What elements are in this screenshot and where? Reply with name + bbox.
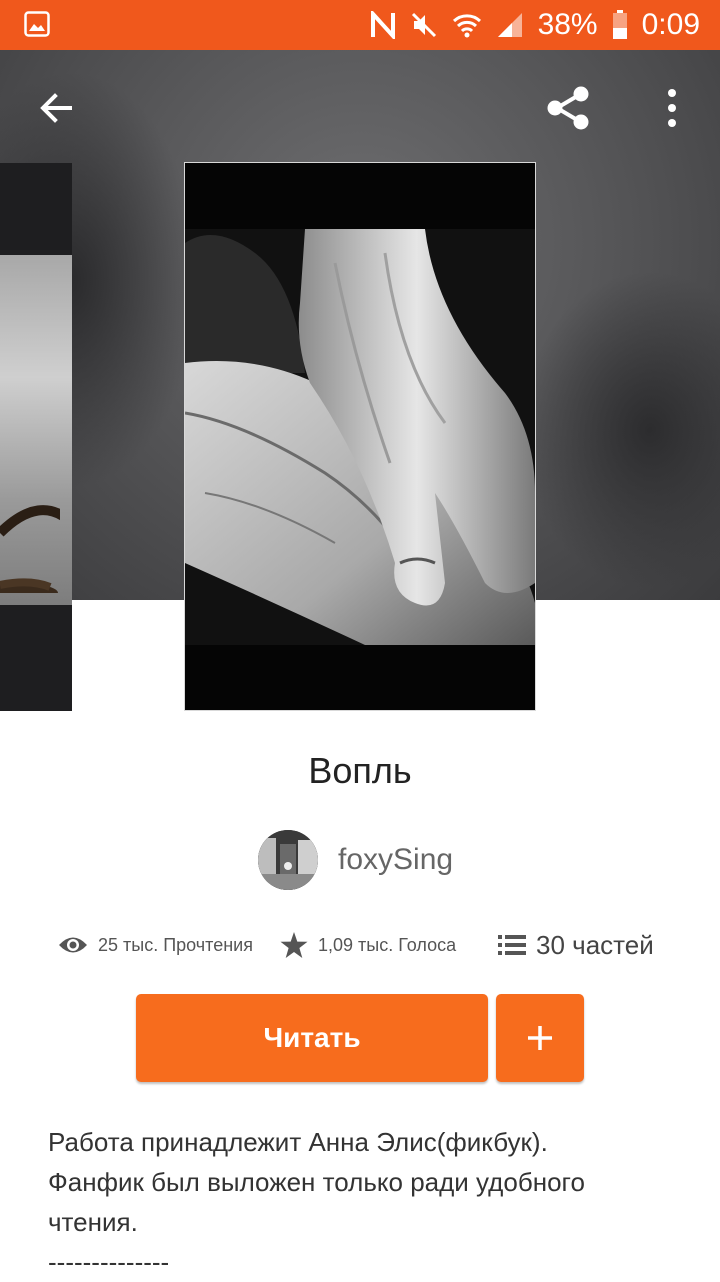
arrow-back-icon [40, 93, 72, 123]
battery-icon [612, 10, 628, 40]
votes-stat: 1,09 тыс. Голоса [280, 931, 498, 959]
story-stats: 25 тыс. Прочтения 1,09 тыс. Голоса 30 ча… [58, 922, 678, 968]
votes-count: 1,09 тыс. Голоса [318, 934, 457, 955]
story-title: Вопль [308, 750, 412, 791]
status-bar: 38% 0:09 [0, 0, 720, 50]
reads-stat: 25 тыс. Прочтения [58, 934, 280, 956]
story-cover-image [184, 162, 536, 711]
battery-percent: 38% [537, 8, 598, 41]
more-options-button[interactable] [644, 80, 700, 136]
star-icon [280, 931, 308, 958]
wifi-icon [452, 12, 482, 38]
mute-icon [410, 11, 438, 39]
parts-count[interactable]: 30 частей [536, 930, 654, 961]
author-avatar[interactable] [258, 830, 318, 890]
add-to-library-button[interactable] [496, 994, 584, 1082]
clock: 0:09 [641, 8, 700, 41]
more-vert-icon [668, 89, 676, 127]
nfc-icon [370, 11, 396, 39]
read-button[interactable]: Читать [136, 994, 488, 1082]
parts-stat[interactable]: 30 частей [498, 930, 654, 961]
back-button[interactable] [28, 80, 84, 136]
story-description: Работа принадлежит Анна Элис(фикбук). Фа… [48, 1122, 688, 1282]
previous-story-cover[interactable] [0, 163, 72, 711]
author-link[interactable]: foxySing [258, 830, 453, 890]
author-name[interactable]: foxySing [338, 843, 453, 877]
eye-icon [59, 937, 87, 953]
share-button[interactable] [540, 80, 596, 136]
plus-icon [528, 1026, 552, 1050]
reads-count: 25 тыс. Прочтения [98, 934, 253, 955]
description-line: чтения. [48, 1207, 138, 1237]
signal-icon [496, 11, 524, 39]
description-line: Работа принадлежит Анна Элис(фикбук). [48, 1127, 548, 1157]
share-icon [547, 86, 589, 130]
description-line: Фанфик был выложен только ради удобного [48, 1167, 585, 1197]
description-line: -------------- [48, 1247, 170, 1277]
list-icon [498, 935, 526, 955]
gallery-notification-icon [24, 11, 50, 42]
